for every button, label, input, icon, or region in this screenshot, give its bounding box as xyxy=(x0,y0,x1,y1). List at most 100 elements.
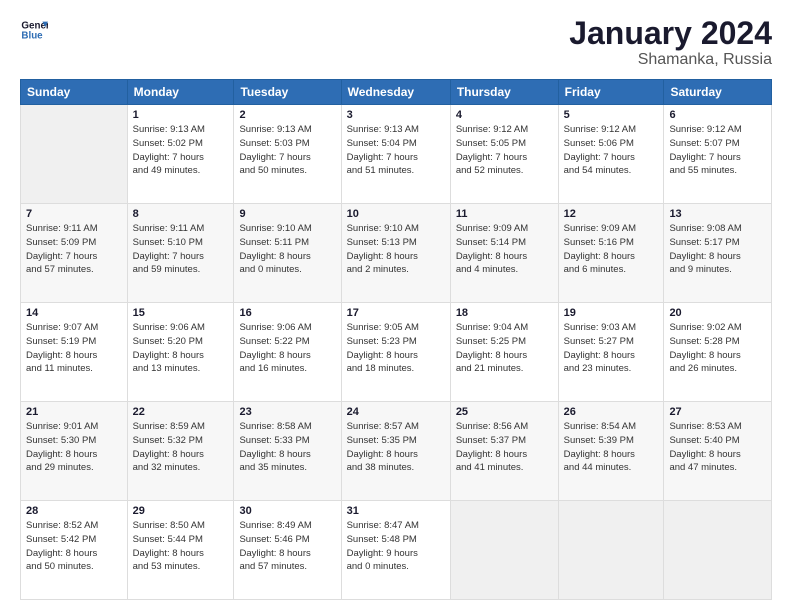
day-info: Sunrise: 9:09 AM Sunset: 5:14 PM Dayligh… xyxy=(456,222,553,277)
day-number: 19 xyxy=(564,307,659,319)
calendar-week-row: 14Sunrise: 9:07 AM Sunset: 5:19 PM Dayli… xyxy=(21,303,772,402)
calendar-week-row: 21 Sunrise: 9:01 AM Sunset: 5:30 PM Dayli… xyxy=(21,402,772,501)
day-info: Sunrise: 8:54 AM Sunset: 5:39 PM Dayligh… xyxy=(564,420,659,475)
day-info: Sunrise: 8:49 AM Sunset: 5:46 PM Dayligh… xyxy=(239,519,335,574)
subtitle: Shamanka, Russia xyxy=(569,51,772,69)
table-row xyxy=(558,501,664,600)
svg-text:Blue: Blue xyxy=(21,30,43,41)
table-row: 21 Sunrise: 9:01 AM Sunset: 5:30 PM Dayli… xyxy=(21,402,128,501)
day-info: Sunrise: 9:04 AM Sunset: 5:25 PM Dayligh… xyxy=(456,321,553,376)
day-info: Sunrise: 9:01 AM Sunset: 5:30 PM Dayligh… xyxy=(26,420,122,475)
day-info: Sunrise: 9:02 AM Sunset: 5:28 PM Dayligh… xyxy=(669,321,766,376)
table-row: 29Sunrise: 8:50 AM Sunset: 5:44 PM Dayli… xyxy=(127,501,234,600)
day-info: Sunrise: 9:11 AM Sunset: 5:10 PM Dayligh… xyxy=(133,222,229,277)
table-row: 10 Sunrise: 9:10 AM Sunset: 5:13 PM Dayli… xyxy=(341,204,450,303)
day-number: 23 xyxy=(239,406,335,418)
table-row: 5 Sunrise: 9:12 AM Sunset: 5:06 PM Daylig… xyxy=(558,105,664,204)
day-number: 15 xyxy=(133,307,229,319)
table-row: 1Sunrise: 9:13 AM Sunset: 5:02 PM Daylig… xyxy=(127,105,234,204)
day-number: 30 xyxy=(239,505,335,517)
day-number: 28 xyxy=(26,505,122,517)
logo: General Blue xyxy=(20,16,48,44)
table-row: 30 Sunrise: 8:49 AM Sunset: 5:46 PM Dayli… xyxy=(234,501,341,600)
header-monday: Monday xyxy=(127,80,234,105)
header-friday: Friday xyxy=(558,80,664,105)
logo-icon: General Blue xyxy=(20,16,48,44)
table-row: 27 Sunrise: 8:53 AM Sunset: 5:40 PM Dayli… xyxy=(664,402,772,501)
table-row: 28Sunrise: 8:52 AM Sunset: 5:42 PM Dayli… xyxy=(21,501,128,600)
day-info: Sunrise: 9:08 AM Sunset: 5:17 PM Dayligh… xyxy=(669,222,766,277)
table-row: 22 Sunrise: 8:59 AM Sunset: 5:32 PM Dayli… xyxy=(127,402,234,501)
table-row: 3Sunrise: 9:13 AM Sunset: 5:04 PM Daylig… xyxy=(341,105,450,204)
day-number: 12 xyxy=(564,208,659,220)
day-number: 24 xyxy=(347,406,445,418)
table-row: 11Sunrise: 9:09 AM Sunset: 5:14 PM Dayli… xyxy=(450,204,558,303)
table-row: 16 Sunrise: 9:06 AM Sunset: 5:22 PM Dayli… xyxy=(234,303,341,402)
table-row: 19 Sunrise: 9:03 AM Sunset: 5:27 PM Dayli… xyxy=(558,303,664,402)
day-info: Sunrise: 9:09 AM Sunset: 5:16 PM Dayligh… xyxy=(564,222,659,277)
day-number: 31 xyxy=(347,505,445,517)
day-number: 17 xyxy=(347,307,445,319)
day-info: Sunrise: 9:11 AM Sunset: 5:09 PM Dayligh… xyxy=(26,222,122,277)
header-sunday: Sunday xyxy=(21,80,128,105)
table-row: 31 Sunrise: 8:47 AM Sunset: 5:48 PM Dayli… xyxy=(341,501,450,600)
day-number: 13 xyxy=(669,208,766,220)
day-number: 16 xyxy=(239,307,335,319)
calendar-week-row: 28Sunrise: 8:52 AM Sunset: 5:42 PM Dayli… xyxy=(21,501,772,600)
day-number: 29 xyxy=(133,505,229,517)
calendar-week-row: 1Sunrise: 9:13 AM Sunset: 5:02 PM Daylig… xyxy=(21,105,772,204)
day-number: 20 xyxy=(669,307,766,319)
table-row xyxy=(664,501,772,600)
day-info: Sunrise: 9:05 AM Sunset: 5:23 PM Dayligh… xyxy=(347,321,445,376)
day-info: Sunrise: 9:10 AM Sunset: 5:13 PM Dayligh… xyxy=(347,222,445,277)
table-row: 23 Sunrise: 8:58 AM Sunset: 5:33 PM Dayli… xyxy=(234,402,341,501)
table-row: 24 Sunrise: 8:57 AM Sunset: 5:35 PM Dayli… xyxy=(341,402,450,501)
table-row: 13 Sunrise: 9:08 AM Sunset: 5:17 PM Dayli… xyxy=(664,204,772,303)
day-number: 22 xyxy=(133,406,229,418)
calendar-week-row: 7Sunrise: 9:11 AM Sunset: 5:09 PM Daylig… xyxy=(21,204,772,303)
day-number: 4 xyxy=(456,109,553,121)
title-block: January 2024 Shamanka, Russia xyxy=(569,16,772,69)
day-info: Sunrise: 9:03 AM Sunset: 5:27 PM Dayligh… xyxy=(564,321,659,376)
header-thursday: Thursday xyxy=(450,80,558,105)
table-row: 9 Sunrise: 9:10 AM Sunset: 5:11 PM Daylig… xyxy=(234,204,341,303)
table-row: 26 Sunrise: 8:54 AM Sunset: 5:39 PM Dayli… xyxy=(558,402,664,501)
day-info: Sunrise: 9:06 AM Sunset: 5:20 PM Dayligh… xyxy=(133,321,229,376)
day-info: Sunrise: 9:12 AM Sunset: 5:07 PM Dayligh… xyxy=(669,123,766,178)
day-number: 21 xyxy=(26,406,122,418)
day-info: Sunrise: 9:13 AM Sunset: 5:02 PM Dayligh… xyxy=(133,123,229,178)
day-info: Sunrise: 9:12 AM Sunset: 5:06 PM Dayligh… xyxy=(564,123,659,178)
table-row: 14Sunrise: 9:07 AM Sunset: 5:19 PM Dayli… xyxy=(21,303,128,402)
day-info: Sunrise: 9:07 AM Sunset: 5:19 PM Dayligh… xyxy=(26,321,122,376)
day-info: Sunrise: 8:53 AM Sunset: 5:40 PM Dayligh… xyxy=(669,420,766,475)
day-info: Sunrise: 8:47 AM Sunset: 5:48 PM Dayligh… xyxy=(347,519,445,574)
day-info: Sunrise: 9:06 AM Sunset: 5:22 PM Dayligh… xyxy=(239,321,335,376)
table-row: 20 Sunrise: 9:02 AM Sunset: 5:28 PM Dayli… xyxy=(664,303,772,402)
day-number: 2 xyxy=(239,109,335,121)
day-number: 6 xyxy=(669,109,766,121)
table-row: 12 Sunrise: 9:09 AM Sunset: 5:16 PM Dayli… xyxy=(558,204,664,303)
calendar-header-row: Sunday Monday Tuesday Wednesday Thursday… xyxy=(21,80,772,105)
day-number: 26 xyxy=(564,406,659,418)
day-info: Sunrise: 9:13 AM Sunset: 5:04 PM Dayligh… xyxy=(347,123,445,178)
table-row xyxy=(21,105,128,204)
calendar-table: Sunday Monday Tuesday Wednesday Thursday… xyxy=(20,79,772,600)
table-row: 4Sunrise: 9:12 AM Sunset: 5:05 PM Daylig… xyxy=(450,105,558,204)
main-title: January 2024 xyxy=(569,16,772,51)
header-tuesday: Tuesday xyxy=(234,80,341,105)
day-info: Sunrise: 8:59 AM Sunset: 5:32 PM Dayligh… xyxy=(133,420,229,475)
table-row: 8 Sunrise: 9:11 AM Sunset: 5:10 PM Daylig… xyxy=(127,204,234,303)
day-number: 9 xyxy=(239,208,335,220)
day-info: Sunrise: 9:13 AM Sunset: 5:03 PM Dayligh… xyxy=(239,123,335,178)
day-number: 10 xyxy=(347,208,445,220)
day-number: 25 xyxy=(456,406,553,418)
day-number: 5 xyxy=(564,109,659,121)
day-info: Sunrise: 8:58 AM Sunset: 5:33 PM Dayligh… xyxy=(239,420,335,475)
day-info: Sunrise: 8:56 AM Sunset: 5:37 PM Dayligh… xyxy=(456,420,553,475)
day-info: Sunrise: 9:10 AM Sunset: 5:11 PM Dayligh… xyxy=(239,222,335,277)
day-number: 8 xyxy=(133,208,229,220)
day-number: 27 xyxy=(669,406,766,418)
day-info: Sunrise: 8:57 AM Sunset: 5:35 PM Dayligh… xyxy=(347,420,445,475)
header-wednesday: Wednesday xyxy=(341,80,450,105)
table-row: 18Sunrise: 9:04 AM Sunset: 5:25 PM Dayli… xyxy=(450,303,558,402)
